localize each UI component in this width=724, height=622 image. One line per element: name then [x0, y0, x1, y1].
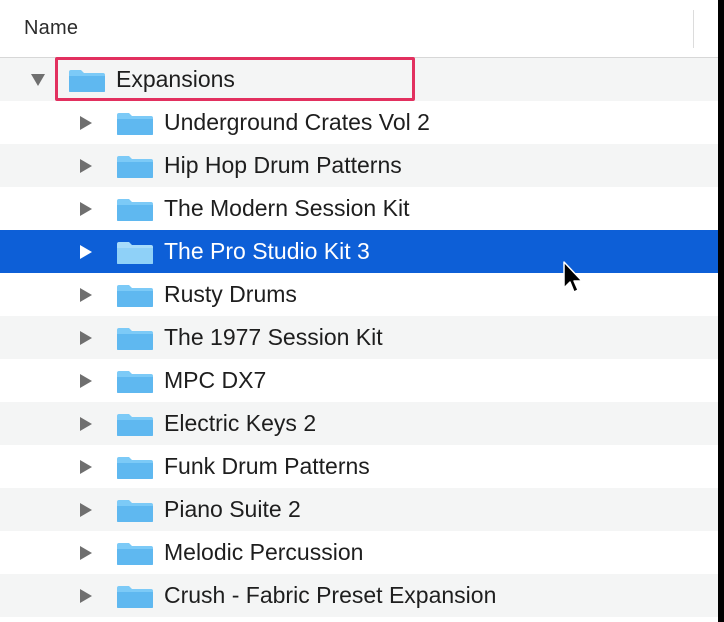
- tree-row-label: Crush - Fabric Preset Expansion: [164, 582, 497, 608]
- tree-row-label: The 1977 Session Kit: [164, 324, 383, 350]
- tree-row[interactable]: Piano Suite 2: [0, 488, 718, 531]
- tree-row-selected[interactable]: The Pro Studio Kit 3: [0, 230, 718, 273]
- disclosure-expanded-icon[interactable]: [28, 58, 48, 101]
- column-header[interactable]: Name: [0, 0, 718, 58]
- tree-row[interactable]: MPC DX7: [0, 359, 718, 402]
- tree-row-label: Hip Hop Drum Patterns: [164, 152, 402, 178]
- tree-row-label: Rusty Drums: [164, 281, 297, 307]
- folder-icon: [117, 242, 153, 264]
- tree-row[interactable]: Hip Hop Drum Patterns: [0, 144, 718, 187]
- tree-row-expansions[interactable]: Expansions: [0, 58, 718, 101]
- tree-row-label: MPC DX7: [164, 367, 267, 393]
- mouse-pointer-icon: [563, 261, 583, 293]
- disclosure-collapsed-icon[interactable]: [76, 316, 96, 359]
- folder-icon: [117, 371, 153, 393]
- tree-row[interactable]: The 1977 Session Kit: [0, 316, 718, 359]
- tree-row-label: Electric Keys 2: [164, 410, 317, 436]
- disclosure-collapsed-icon[interactable]: [76, 187, 96, 230]
- tree-row-label: Expansions: [116, 66, 235, 92]
- tree-row[interactable]: Melodic Percussion: [0, 531, 718, 574]
- tree-row[interactable]: Underground Crates Vol 2: [0, 101, 718, 144]
- disclosure-collapsed-icon[interactable]: [76, 359, 96, 402]
- file-browser-panel: Name Expansions Underground Crates Vol 2…: [0, 0, 718, 622]
- tree-row[interactable]: Funk Drum Patterns: [0, 445, 718, 488]
- tree-row-label: Underground Crates Vol 2: [164, 109, 430, 135]
- folder-icon: [117, 414, 153, 436]
- tree-row[interactable]: Electric Keys 2: [0, 402, 718, 445]
- tree-row-label: Melodic Percussion: [164, 539, 364, 565]
- name-column-label[interactable]: Name: [24, 17, 78, 40]
- disclosure-collapsed-icon[interactable]: [76, 230, 96, 273]
- outline-view: Expansions Underground Crates Vol 2 Hip …: [0, 58, 718, 617]
- tree-row-label: Funk Drum Patterns: [164, 453, 370, 479]
- folder-icon: [117, 113, 153, 135]
- tree-row-label: The Modern Session Kit: [164, 195, 410, 221]
- folder-icon: [69, 70, 105, 92]
- disclosure-collapsed-icon[interactable]: [76, 488, 96, 531]
- folder-icon: [117, 156, 153, 178]
- folder-icon: [117, 500, 153, 522]
- disclosure-collapsed-icon[interactable]: [76, 273, 96, 316]
- tree-row[interactable]: Rusty Drums: [0, 273, 718, 316]
- tree-row-label: The Pro Studio Kit 3: [164, 238, 370, 264]
- disclosure-collapsed-icon[interactable]: [76, 574, 96, 617]
- tree-row-label: Piano Suite 2: [164, 496, 301, 522]
- disclosure-collapsed-icon[interactable]: [76, 101, 96, 144]
- tree-row[interactable]: The Modern Session Kit: [0, 187, 718, 230]
- folder-icon: [117, 328, 153, 350]
- folder-icon: [117, 586, 153, 608]
- disclosure-collapsed-icon[interactable]: [76, 445, 96, 488]
- disclosure-collapsed-icon[interactable]: [76, 531, 96, 574]
- disclosure-collapsed-icon[interactable]: [76, 402, 96, 445]
- folder-icon: [117, 457, 153, 479]
- folder-icon: [117, 199, 153, 221]
- tree-row[interactable]: Crush - Fabric Preset Expansion: [0, 574, 718, 617]
- folder-icon: [117, 543, 153, 565]
- column-divider[interactable]: [693, 10, 694, 48]
- disclosure-collapsed-icon[interactable]: [76, 144, 96, 187]
- folder-icon: [117, 285, 153, 307]
